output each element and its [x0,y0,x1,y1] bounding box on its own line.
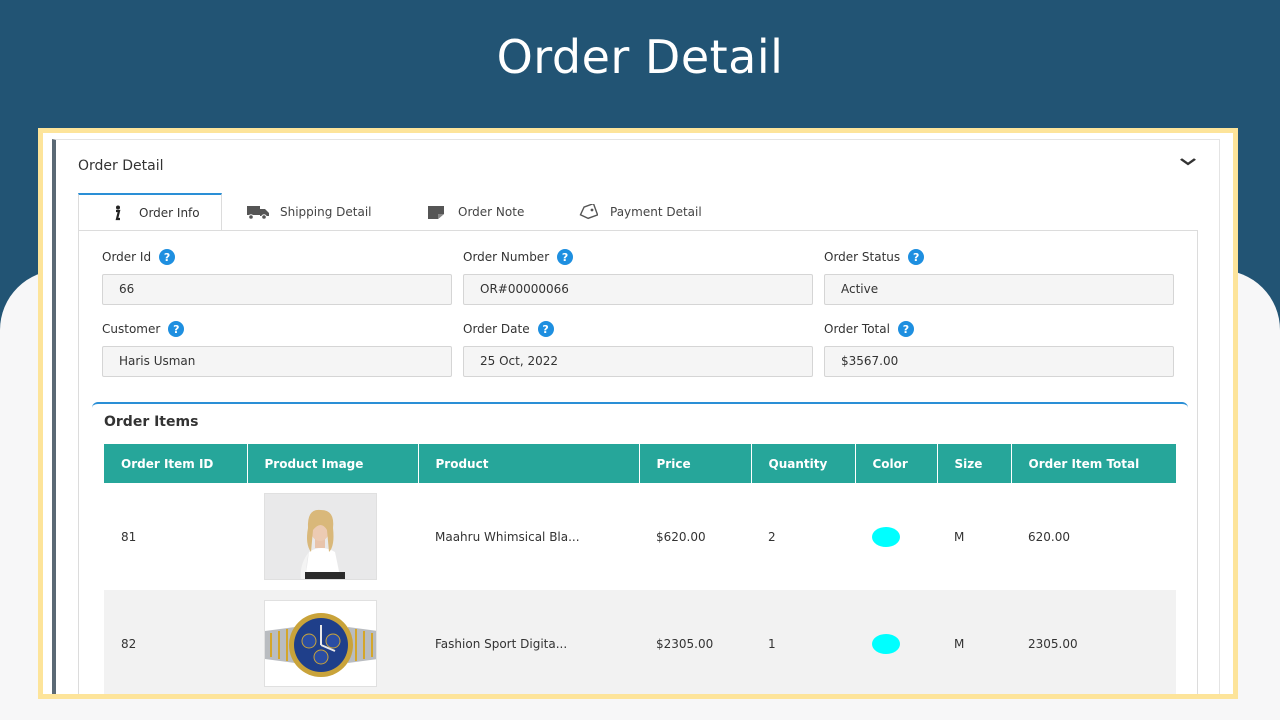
column-header[interactable]: Product Image [247,444,419,483]
column-header[interactable]: Product [418,444,640,483]
product-name[interactable]: Maahru Whimsical Bla... [418,483,639,590]
column-header[interactable]: Order Item ID [104,444,248,483]
note-icon [424,203,448,221]
order-number-field: Order Number? OR#00000066 [463,248,813,305]
table-row[interactable]: 81 Maahru Whimsical Bla... $620.00 2 M 6… [104,483,1176,590]
order-items-table: Order Item ID Product Image Product Pric… [104,444,1176,694]
screenshot-frame: Order Detail Order Info Shipping Detail [38,128,1238,699]
product-size: M [954,529,965,544]
color-swatch [872,633,900,654]
order-status-input[interactable]: Active [824,274,1174,305]
product-image-cell [247,483,418,590]
product-quantity: 2 [768,529,776,544]
tab-payment-detail[interactable]: Payment Detail [564,193,714,230]
help-icon[interactable]: ? [168,321,185,337]
order-detail-panel: Order Detail Order Info Shipping Detail [52,139,1220,694]
field-label: Order Number [463,250,550,264]
tab-shipping-detail[interactable]: Shipping Detail [234,193,384,230]
tab-label: Order Info [139,205,200,220]
column-header[interactable]: Quantity [751,444,856,483]
order-total-input[interactable]: $3567.00 [824,346,1174,377]
product-quantity: 1 [751,590,855,694]
tag-icon [576,203,600,221]
help-icon[interactable]: ? [557,249,574,265]
product-image-cell [247,590,418,694]
order-item-total: 2305.00 [1011,590,1176,694]
order-id-input[interactable]: 66 [102,274,452,305]
color-swatch [872,526,900,547]
field-label: Order Id [102,250,152,264]
order-total-field: Order Total? $3567.00 [824,320,1174,377]
tab-label: Payment Detail [610,204,702,219]
help-icon[interactable]: ? [159,249,176,265]
tab-order-info[interactable]: Order Info [78,193,222,230]
help-icon[interactable]: ? [537,321,554,337]
slide-title: Order Detail [496,30,784,84]
order-date-input[interactable]: 25 Oct, 2022 [463,346,813,377]
order-number-input[interactable]: OR#00000066 [463,274,813,305]
order-items-section: Order Items Order Item ID Product Image … [92,402,1188,694]
tab-order-note[interactable]: Order Note [412,193,536,230]
tab-label: Order Note [458,204,525,219]
panel-header: Order Detail [78,158,164,174]
column-header[interactable]: Price [639,444,752,483]
watch-photo-image[interactable] [264,600,377,687]
info-icon [105,204,129,222]
order-id-field: Order Id? 66 [102,248,452,305]
chevron-down-icon[interactable] [1178,156,1198,170]
order-status-field: Order Status? Active [824,248,1174,305]
order-item-id: 82 [104,590,247,694]
order-item-id: 81 [121,529,137,544]
product-name[interactable]: Fashion Sport Digita... [418,590,639,694]
column-header[interactable]: Color [855,444,938,483]
color-cell [855,483,937,590]
table-row[interactable]: 82 Fashion Sport Digita... $2305.00 1 M … [104,590,1176,694]
field-label: Order Status [824,250,901,264]
order-item-total: 620.00 [1028,529,1070,544]
woman-photo-image[interactable] [264,493,377,580]
tab-bar: Order Info Shipping Detail Order Note Pa… [78,193,1198,230]
color-cell [855,590,937,694]
table-header-row: Order Item ID Product Image Product Pric… [104,444,1176,483]
product-price: $2305.00 [639,590,751,694]
help-icon[interactable]: ? [897,321,914,337]
customer-input[interactable]: Haris Usman [102,346,452,377]
order-date-field: Order Date? 25 Oct, 2022 [463,320,813,377]
field-label: Customer [102,322,161,336]
column-header[interactable]: Order Item Total [1011,444,1176,483]
tab-label: Shipping Detail [280,204,372,219]
customer-field: Customer? Haris Usman [102,320,452,377]
order-items-title: Order Items [104,414,199,430]
product-size: M [937,590,1011,694]
help-icon[interactable]: ? [908,249,925,265]
truck-icon [246,203,270,221]
field-label: Order Total [824,322,890,336]
field-label: Order Date [463,322,530,336]
product-price: $620.00 [656,529,706,544]
column-header[interactable]: Size [937,444,1012,483]
